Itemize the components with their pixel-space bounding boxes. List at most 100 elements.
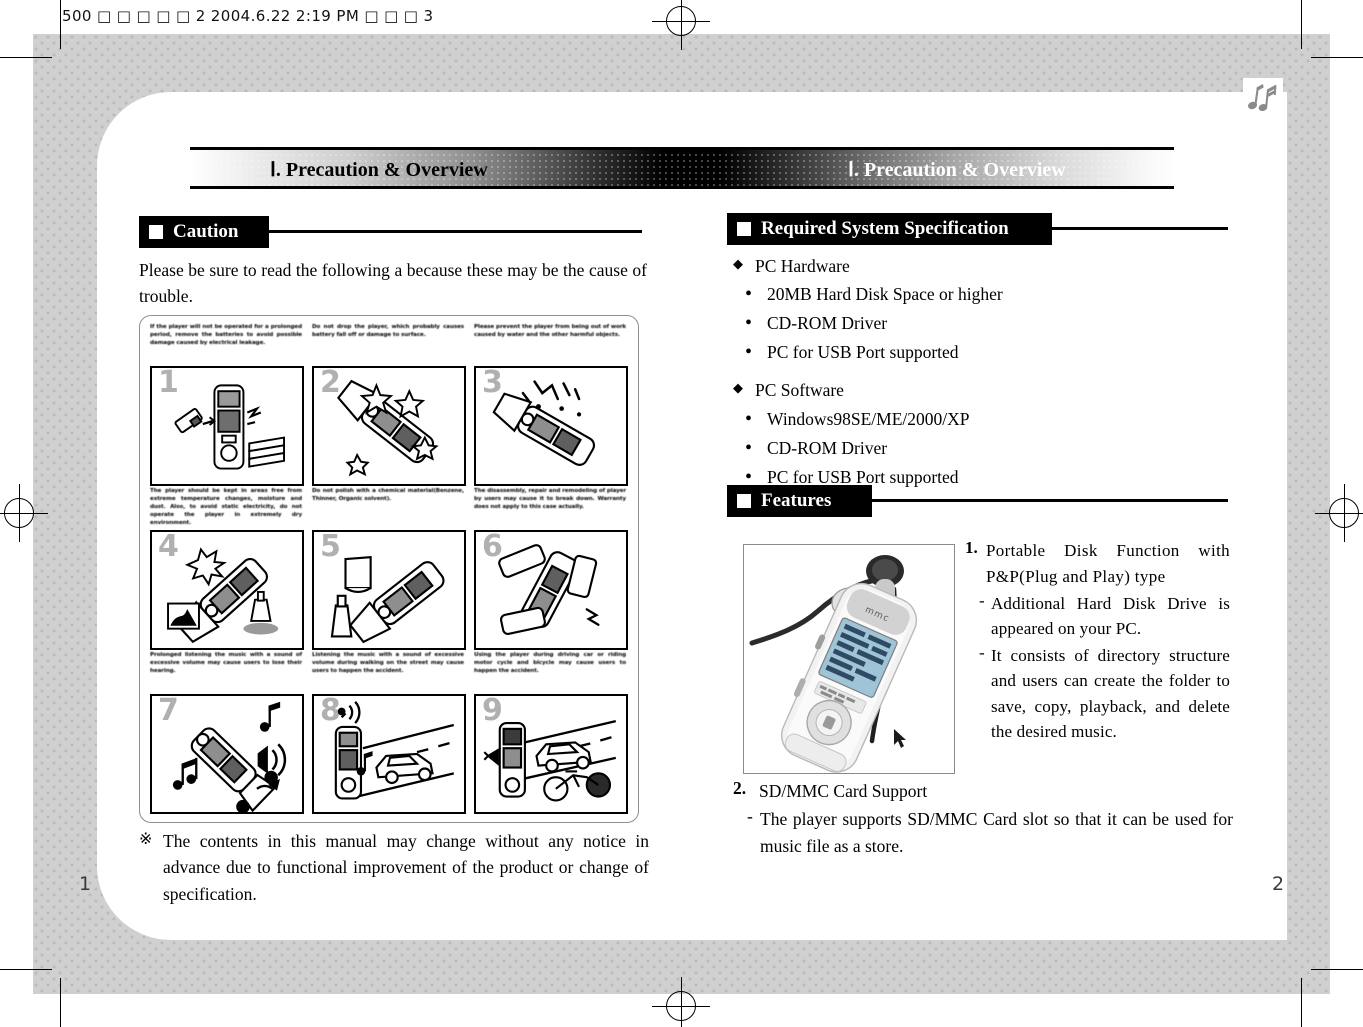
dot-bullet-icon: • [745, 283, 753, 306]
banner-bottom-edge [190, 186, 1174, 189]
caution-cell-caption: Do not polish with a chemical material(B… [312, 488, 464, 502]
crop-mark-bl-h [0, 969, 52, 971]
feature-2-sub-text: The player supports SD/MMC Card slot so … [760, 809, 1233, 856]
feature-2-title: SD/MMC Card Support [759, 781, 928, 801]
manual-page-spread: 500 □ □ □ □ □ 2 2004.6.22 2:19 PM □ □ □ … [0, 0, 1363, 1027]
features-heading: Features [761, 490, 832, 511]
print-header-text: 500 □ □ □ □ □ 2 2004.6.22 2:19 PM □ □ □ … [62, 7, 434, 25]
caution-section-header: Caution [139, 216, 269, 248]
player-walking-street-car-art [334, 701, 455, 800]
spec-header-rule [1050, 227, 1228, 230]
caution-intro-text: Please be sure to read the following a b… [139, 260, 647, 306]
caution-cell-image: 9 [474, 694, 628, 814]
chapter-title-left: Ⅰ. Precaution & Overview [270, 159, 488, 181]
registration-mark-left [0, 484, 48, 542]
reference-mark-icon: ※ [139, 829, 153, 848]
spec-group-title: ◆ PC Software [733, 376, 1231, 404]
page-number-left: 1 [79, 873, 92, 895]
section-square-icon [737, 494, 751, 508]
caution-illustration-frame: If the player will not be operated for a… [139, 315, 639, 823]
player-driving-riding-art [483, 720, 617, 802]
chapter-banner: Ⅰ. Precaution & Overview Ⅰ. Precaution &… [190, 147, 1174, 189]
dot-bullet-icon: • [745, 312, 753, 335]
caution-cell-caption: Do not drop the player, which probably c… [312, 324, 464, 338]
spec-group-title: ◆ PC Hardware [733, 252, 1231, 280]
crop-mark-br-h [1311, 969, 1363, 971]
caution-cell-caption: Prolonged listening the music with a sou… [150, 652, 302, 674]
caution-cell-image: 6 [474, 530, 628, 650]
registration-mark-right [1315, 484, 1363, 542]
spec-item-text: CD-ROM Driver [767, 313, 888, 334]
registration-hline [0, 512, 48, 514]
caution-cell-caption: Using the player during driving car or r… [474, 652, 626, 674]
caution-cell-image: 1 [150, 366, 304, 486]
caution-cell: The player should be kept in areas free … [150, 488, 304, 650]
spec-group-label: PC Software [755, 380, 844, 401]
dot-bullet-icon: • [745, 436, 753, 459]
features-section-header: Features [727, 485, 872, 517]
registration-mark-bottom [652, 977, 710, 1027]
feature-1-sub-text: Additional Hard Disk Drive is appeared o… [991, 593, 1230, 639]
caution-cell-image: 3 [474, 366, 628, 486]
dot-bullet-icon: • [745, 407, 753, 430]
registration-vline [680, 977, 682, 1027]
caution-cell-caption: Please prevent the player from being out… [474, 324, 626, 338]
feature-item-2: 2. SD/MMC Card Support - The player supp… [733, 778, 1233, 859]
caution-cell: Using the player during driving car or r… [474, 652, 628, 814]
feature-1-sub-item: - It consists of directory structure and… [979, 643, 1230, 745]
dash-bullet-icon: - [979, 642, 985, 662]
crop-mark-tr-v [1301, 0, 1303, 49]
registration-vline [680, 0, 682, 50]
caution-cell-image: 5 [312, 530, 466, 650]
music-notes-icon [1247, 84, 1277, 112]
caution-cell: Do not drop the player, which probably c… [312, 324, 466, 486]
footnote-text: The contents in this manual may change w… [163, 831, 649, 904]
crop-mark-bl-v [60, 978, 62, 1027]
caution-cell-image: 7 [150, 694, 304, 814]
spec-item-text: CD-ROM Driver [767, 437, 888, 458]
player-disassembly-art [498, 544, 600, 635]
product-photo: mmc [743, 544, 955, 774]
mp3-player-with-earphones-image: mmc [744, 545, 954, 773]
caution-cell-image: 8 [312, 694, 466, 814]
diamond-bullet-icon: ◆ [733, 380, 743, 396]
registration-hline [652, 20, 710, 22]
features-header-rule [870, 499, 1228, 502]
spec-item-text: 20MB Hard Disk Space or higher [767, 284, 1003, 305]
caution-cell-caption: The disassembly, repair and remodeling o… [474, 488, 626, 510]
caution-cell: Listening the music with a sound of exce… [312, 652, 466, 814]
spec-item: • 20MB Hard Disk Space or higher [733, 280, 1231, 309]
page-number-right: 2 [1272, 873, 1285, 895]
spec-item: • CD-ROM Driver [733, 309, 1231, 338]
caution-cell-image: 2 [312, 366, 466, 486]
spec-item-text: PC for USB Port supported [767, 342, 959, 363]
player-chemical-solvent-art [330, 555, 445, 644]
section-square-icon [737, 222, 751, 236]
player-battery-removal-art [174, 384, 285, 470]
feature-1-sub-item: - Additional Hard Disk Drive is appeared… [979, 591, 1230, 642]
crop-mark-tl-v [60, 0, 62, 49]
crop-mark-br-v [1301, 978, 1303, 1027]
player-dropped-impact-art [337, 379, 439, 477]
banner-top-edge [190, 147, 1174, 150]
feature-item-1: 1. Portable Disk Function with P&P(Plug … [965, 538, 1230, 745]
caution-cell-caption: The player should be kept in areas free … [150, 488, 302, 526]
caution-cell: If the player will not be operated for a… [150, 324, 304, 486]
spec-item: • PC for USB Port supported [733, 338, 1231, 367]
feature-1-title-row: 1. Portable Disk Function with P&P(Plug … [965, 538, 1230, 590]
caution-cell: Do not polish with a chemical material(B… [312, 488, 466, 650]
section-square-icon [149, 225, 163, 239]
crop-mark-tl-h [0, 57, 52, 59]
caution-cell: Please prevent the player from being out… [474, 324, 628, 486]
caution-header-rule [268, 230, 642, 233]
manual-footnote: ※ The contents in this manual may change… [139, 828, 649, 907]
music-notes-logo [1243, 78, 1283, 118]
caution-cell-image: 4 [150, 530, 304, 650]
caution-cell-caption: Listening the music with a sound of exce… [312, 652, 464, 674]
dash-bullet-icon: - [747, 806, 753, 827]
caution-cell: The disassembly, repair and remodeling o… [474, 488, 628, 650]
feature-2-title-row: 2. SD/MMC Card Support [733, 778, 1233, 804]
feature-1-sub-text: It consists of directory structure and u… [991, 645, 1230, 742]
diamond-bullet-icon: ◆ [733, 256, 743, 271]
caution-illustration-grid: If the player will not be operated for a… [150, 324, 628, 814]
